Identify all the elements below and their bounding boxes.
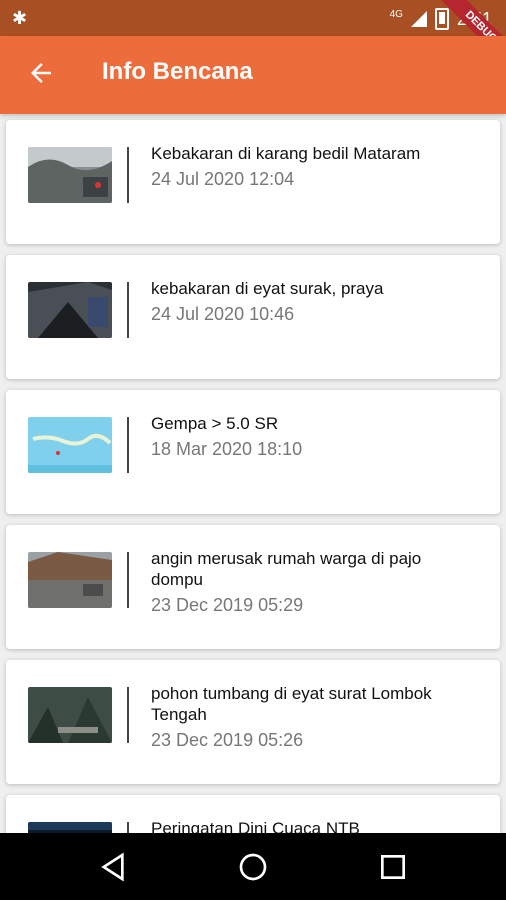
list-item[interactable]: Kebakaran di karang bedil Mataram 24 Jul… (6, 120, 500, 244)
item-date: 23 Dec 2019 05:29 (151, 595, 304, 615)
item-date: 24 Jul 2020 12:04 (151, 169, 295, 189)
list-item[interactable]: angin merusak rumah warga di pajo dompu … (6, 525, 500, 649)
item-thumbnail (28, 147, 112, 203)
item-title: Kebakaran di karang bedil Mataram (151, 144, 421, 163)
list-item[interactable]: Peringatan Dini Cuaca NTB (6, 795, 500, 834)
item-title: kebakaran di eyat surak, praya (151, 279, 384, 298)
divider (127, 687, 129, 743)
signal-icon (410, 11, 427, 27)
item-thumbnail (28, 417, 112, 473)
item-thumbnail (28, 282, 112, 338)
network-type: 4G (389, 8, 403, 20)
divider (127, 552, 129, 608)
nav-home-icon[interactable] (237, 851, 269, 883)
item-thumbnail (28, 552, 112, 608)
nav-recents-icon[interactable] (377, 851, 409, 883)
item-title: Gempa > 5.0 SR (151, 414, 279, 433)
page-title: Info Bencana (102, 58, 253, 85)
list-item[interactable]: kebakaran di eyat surak, praya 24 Jul 20… (6, 255, 500, 379)
battery-icon (434, 8, 449, 30)
item-date: 23 Dec 2019 05:26 (151, 730, 304, 750)
item-title: pohon tumbang di eyat surat Lombok Tenga… (151, 684, 432, 724)
item-thumbnail (28, 687, 112, 743)
list-item[interactable]: Gempa > 5.0 SR 18 Mar 2020 18:10 (6, 390, 500, 514)
app-bar: Info Bencana (0, 36, 506, 114)
status-bar: ✱ 4G 2:51 DEBUG (0, 0, 506, 73)
divider (127, 417, 129, 473)
item-title: angin merusak rumah warga di pajo dompu (151, 549, 422, 589)
system-nav-bar (0, 833, 506, 900)
item-date: 24 Jul 2020 10:46 (151, 304, 295, 324)
item-date: 18 Mar 2020 18:10 (151, 439, 303, 459)
divider (127, 147, 129, 203)
notification-icon: ✱ (12, 8, 28, 28)
divider (127, 282, 129, 338)
back-arrow-icon[interactable] (26, 58, 56, 88)
nav-back-icon[interactable] (97, 851, 129, 883)
disaster-list[interactable]: Kebakaran di karang bedil Mataram 24 Jul… (0, 114, 506, 834)
item-title: Peringatan Dini Cuaca NTB (151, 819, 360, 834)
list-item[interactable]: pohon tumbang di eyat surat Lombok Tenga… (6, 660, 500, 784)
